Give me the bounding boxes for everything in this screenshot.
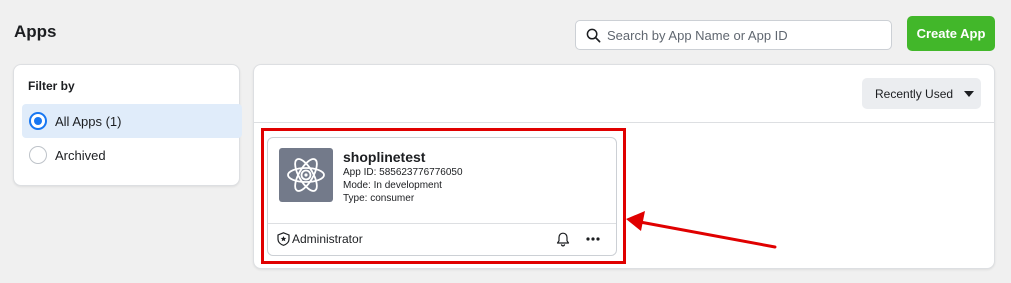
- annotation-arrow: [626, 211, 777, 249]
